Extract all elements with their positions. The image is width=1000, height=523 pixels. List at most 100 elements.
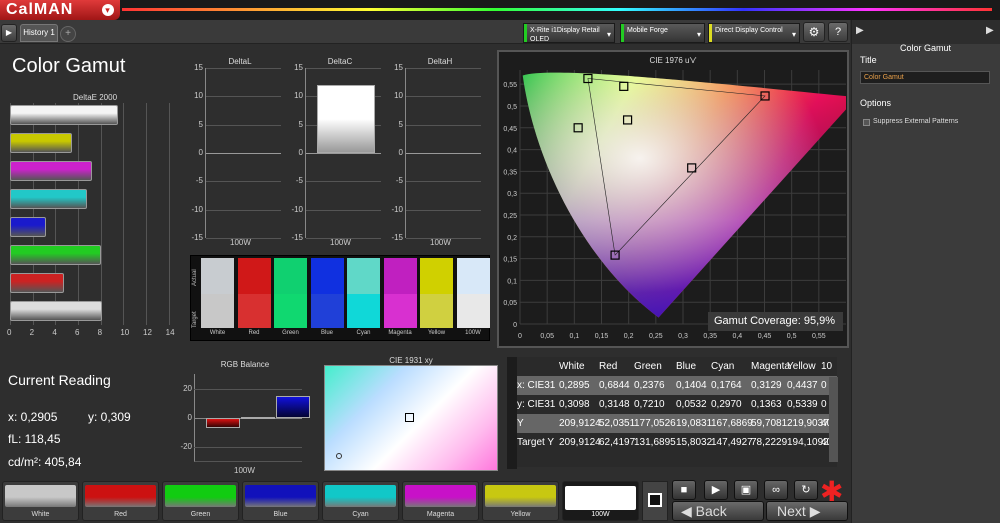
table-cell: 0,2895 xyxy=(559,380,590,391)
panel-collapse-icon[interactable]: ▶ xyxy=(986,25,994,36)
deltae-bar xyxy=(10,217,47,237)
help-button[interactable]: ? xyxy=(828,22,848,42)
current-reading-label: Current Reading xyxy=(8,372,111,388)
title-input[interactable]: Color Gamut xyxy=(860,71,990,84)
y-tick-label: 15 xyxy=(194,63,203,72)
table-cell: 209,9124 xyxy=(559,437,601,448)
grid-line xyxy=(406,68,481,69)
add-tab-button[interactable]: + xyxy=(60,26,76,42)
meter-name: X-Rite i1Display Retail xyxy=(530,27,600,34)
swatch-button-green[interactable]: Green xyxy=(162,481,239,521)
y-tick-label: -10 xyxy=(191,204,203,214)
swatch-button-cyan[interactable]: Cyan xyxy=(322,481,399,521)
deltae-x-axis: 0 2 4 6 8 10 12 14 xyxy=(7,328,180,340)
x-tick-label: 0,4 xyxy=(732,333,742,340)
x-tick-label: 0,25 xyxy=(649,333,663,340)
swatch-label: Cyan xyxy=(352,511,369,518)
swatch-color xyxy=(245,485,316,507)
meter-dropdown[interactable]: X-Rite i1Display Retail OLED xyxy=(523,23,615,43)
x-tick-label: 0 xyxy=(7,328,12,337)
y-tick-label: 10 xyxy=(194,91,203,101)
grid-line xyxy=(406,181,481,183)
grid-line xyxy=(306,181,381,183)
chevron-down-icon[interactable]: ▾ xyxy=(102,4,114,16)
swatch-color xyxy=(485,485,556,507)
table-cell: 78,2229 xyxy=(751,437,788,448)
y-tick-label: 15 xyxy=(394,63,403,72)
table-cell: 0,1764 xyxy=(711,380,742,391)
grid-line xyxy=(206,68,281,69)
play-icon[interactable]: ▶ xyxy=(704,480,728,500)
table-cell: 147,4927 xyxy=(711,437,753,448)
x-tick-label: 14 xyxy=(165,328,175,337)
back-button[interactable]: ◀ Back xyxy=(672,501,764,521)
cdm2-reading: cd/m²: 405,84 xyxy=(8,455,82,469)
actual-swatch xyxy=(347,258,380,294)
calman-logo-menu[interactable]: CalMAN ▾ xyxy=(0,0,120,20)
y-tick-label: -15 xyxy=(191,233,203,242)
deltae-chart xyxy=(10,103,180,325)
table-cell: 59,7081 xyxy=(751,418,788,429)
table-cell: 0,0532 xyxy=(676,399,707,410)
grid-line xyxy=(146,103,147,325)
white-target-marker xyxy=(405,413,414,422)
source-dropdown[interactable]: Mobile Forge xyxy=(620,23,705,43)
table-cell: 10 xyxy=(821,361,833,372)
cie1931-chart xyxy=(324,365,498,471)
stop-icon[interactable]: ■ xyxy=(672,480,696,500)
gear-icon[interactable]: ⚙ xyxy=(803,22,825,42)
next-button[interactable]: Next ▶ xyxy=(766,501,848,521)
table-cell: Magenta xyxy=(751,361,790,372)
swatch-button-red[interactable]: Red xyxy=(82,481,159,521)
y-tick-label: -10 xyxy=(391,204,403,214)
swatch-button-100w[interactable]: 100W xyxy=(562,481,639,521)
table-cell: Blue xyxy=(676,361,697,372)
panel-expand-icon[interactable]: ▶ xyxy=(856,25,864,36)
swatch-button-blue[interactable]: Blue xyxy=(242,481,319,521)
y-tick-label: 10 xyxy=(294,91,303,101)
back-arrow-icon: ◀ xyxy=(681,503,692,519)
y-tick-label: 0 xyxy=(187,413,192,422)
y-tick-label: 20 xyxy=(183,383,192,393)
rgb-balance-chart: 20 0 -20 100W xyxy=(180,368,310,476)
back-label: Back xyxy=(695,503,727,519)
suppress-checkbox[interactable] xyxy=(863,119,870,126)
table-cell: 167,6869 xyxy=(711,418,753,429)
refresh-icon[interactable]: ↻ xyxy=(794,480,818,500)
x-tick-label: 6 xyxy=(75,328,80,337)
y-tick-label: 0 xyxy=(298,148,303,157)
x-tick-label: 10 xyxy=(120,328,130,337)
display-dropdown[interactable]: Direct Display Control xyxy=(708,23,800,43)
x-tick-label: 0,3 xyxy=(678,333,688,340)
swatch-label: Green xyxy=(190,511,211,518)
table-cell: 0,2970 xyxy=(711,399,742,410)
grid-line xyxy=(78,103,79,325)
table-cell: 177,0526 xyxy=(634,418,676,429)
play-icon[interactable]: ▶ xyxy=(1,24,17,42)
grid-line xyxy=(168,103,170,325)
deltae-bar xyxy=(10,133,73,153)
y-tick-label: 0,55 xyxy=(503,82,517,89)
stop-button[interactable] xyxy=(642,481,668,521)
swatch-button-magenta[interactable]: Magenta xyxy=(402,481,479,521)
options-label: Options xyxy=(860,98,892,108)
cie1976-chart: 0,55 0,5 0,45 0,4 0,35 0,3 0,25 0,2 0,15 0,1 0,05 0… xyxy=(503,70,846,340)
swatch-button-yellow[interactable]: Yellow xyxy=(482,481,559,521)
target-swatch xyxy=(310,294,344,328)
x-tick-label: 0 xyxy=(518,333,522,340)
swatch-button-white[interactable]: White xyxy=(2,481,79,521)
cie1931-title: CIE 1931 xy xyxy=(389,356,433,365)
tab-history-1[interactable]: History 1 xyxy=(20,24,58,42)
table-cell: 0,7210 xyxy=(634,399,665,410)
swatch-label: Blue xyxy=(273,511,288,518)
table-cell: 0,5339 xyxy=(787,399,818,410)
table-scrollbar[interactable] xyxy=(829,377,838,462)
page-title: Color Gamut xyxy=(12,55,126,77)
actual-swatch xyxy=(274,258,307,294)
swatch-color xyxy=(565,486,636,510)
next-arrow-icon: ▶ xyxy=(809,503,821,519)
save-icon[interactable]: ▣ xyxy=(734,480,758,500)
y-tick-label: -20 xyxy=(180,442,192,452)
y-tick-label: 0,5 xyxy=(507,104,517,111)
loop-icon[interactable]: ∞ xyxy=(764,480,788,500)
